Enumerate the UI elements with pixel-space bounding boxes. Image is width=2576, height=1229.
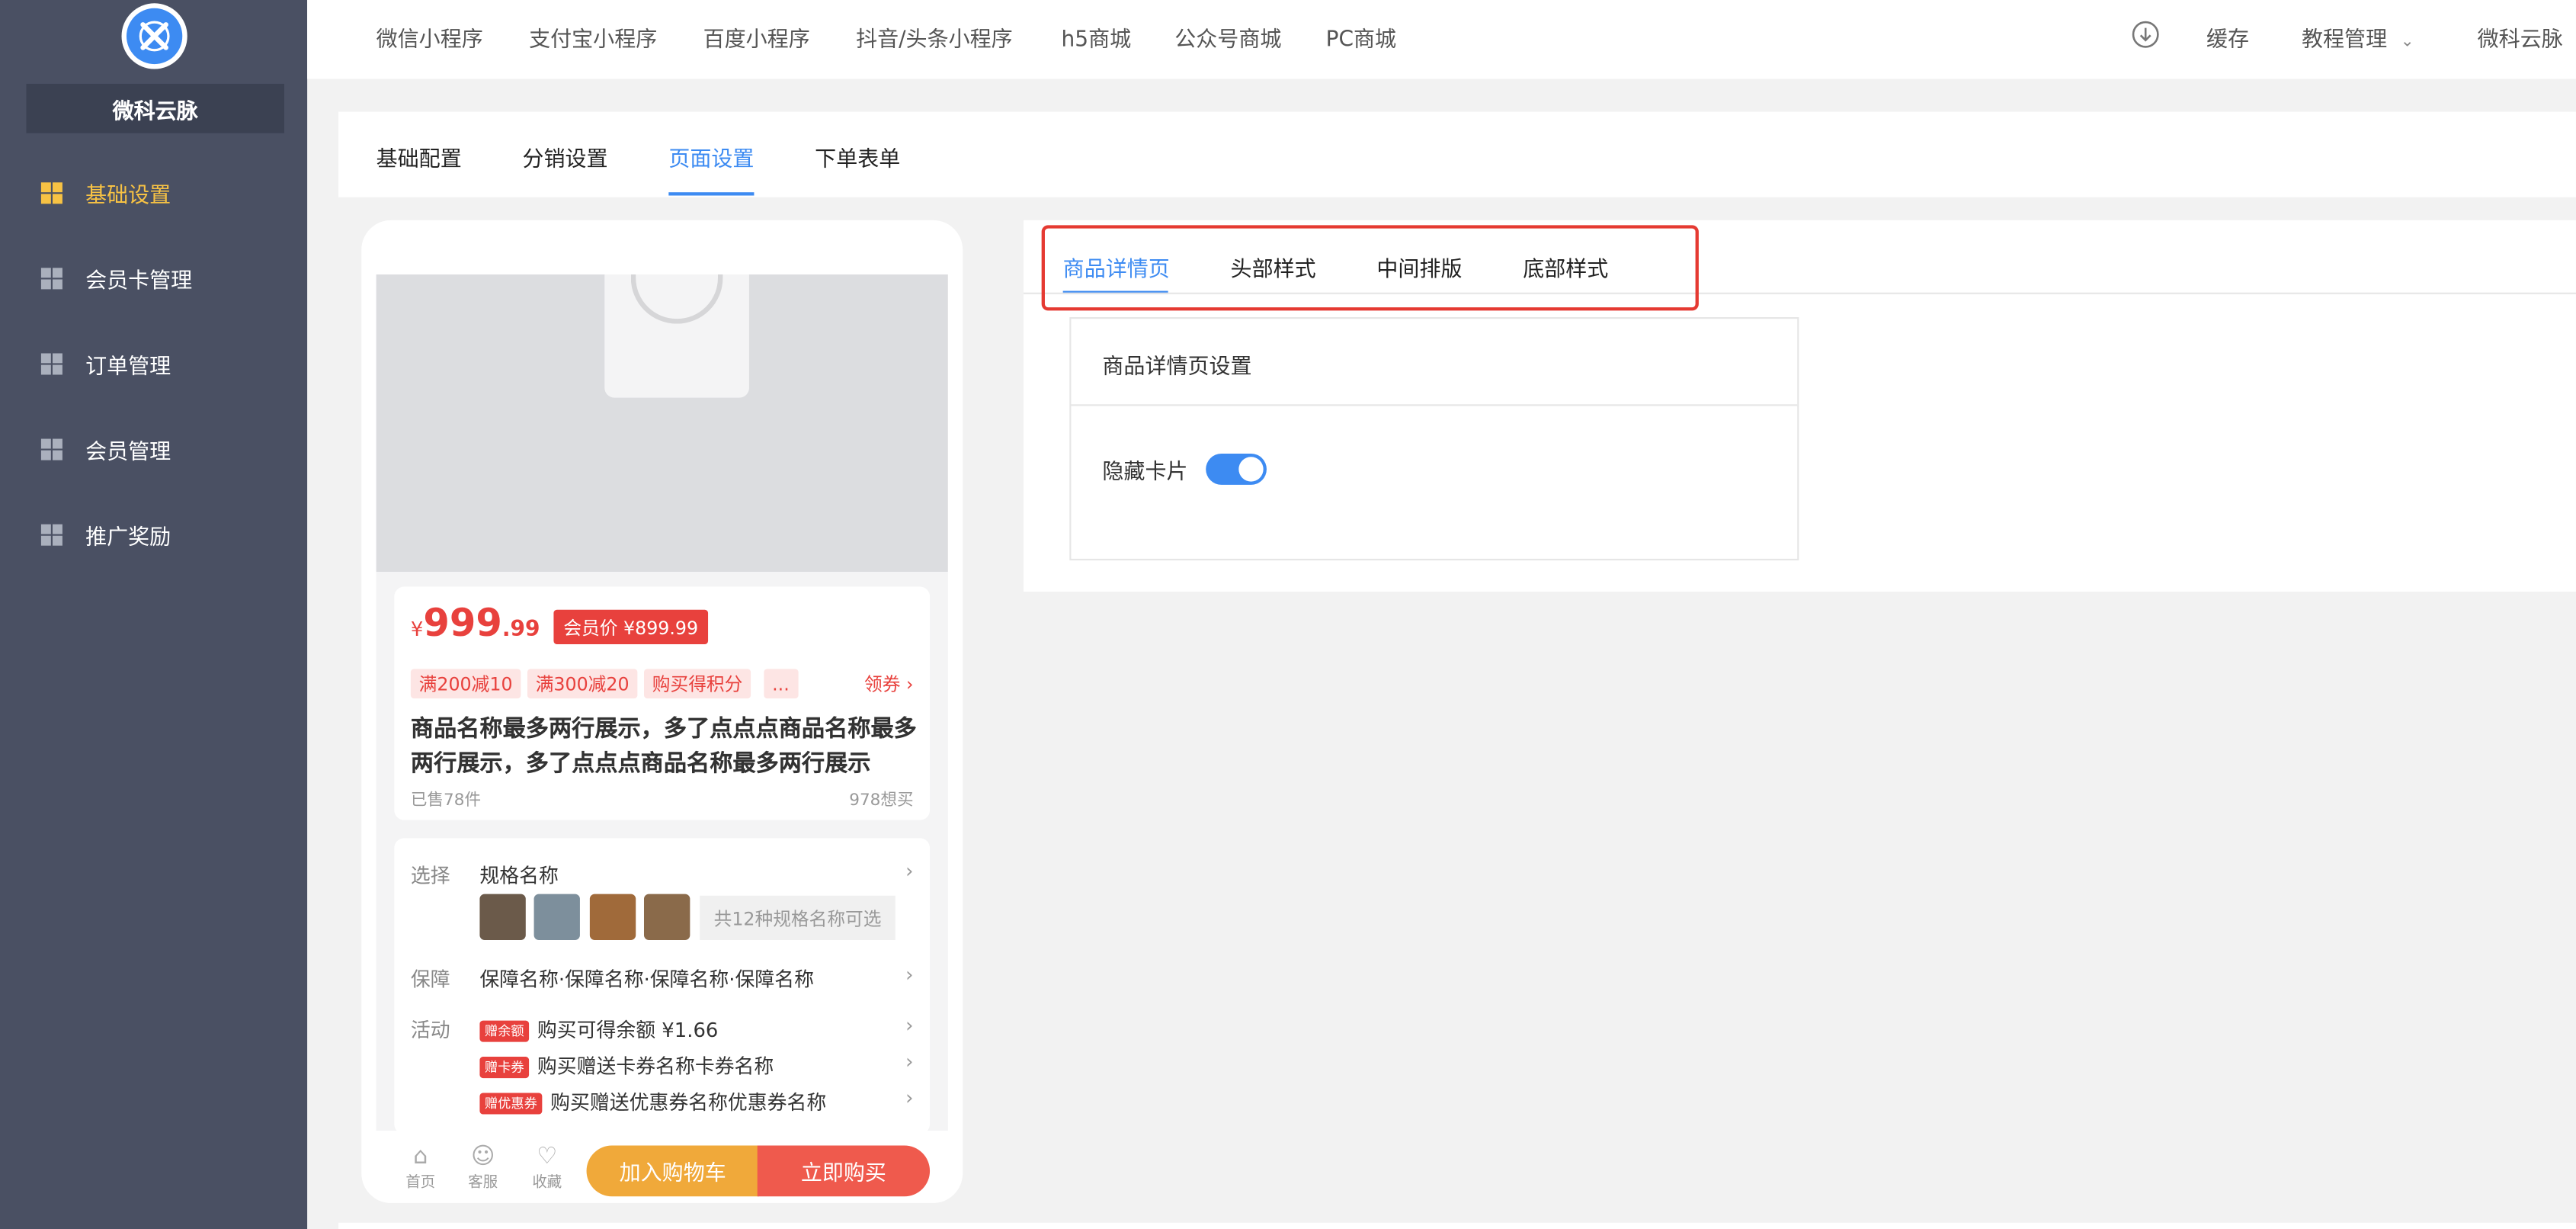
sidebar: 微科云脉 基础设置 会员卡管理 订单管理 会员管理 推广奖励 — [0, 0, 308, 1229]
tutorial-menu-label: 教程管理 — [2301, 27, 2388, 53]
user-name[interactable]: 微科云脉 — [2478, 21, 2563, 53]
price-card: ¥ 999 .99 会员价 ¥899.99 满200减10 满300减20 购买… — [394, 586, 931, 820]
tutorial-menu[interactable]: 教程管理 ⌄ — [2302, 21, 2414, 53]
tab-basic-config[interactable]: 基础配置 — [376, 141, 462, 172]
sidebar-item-promotion[interactable]: 推广奖励 — [0, 505, 307, 564]
sidebar-item-basic-settings[interactable]: 基础设置 — [0, 162, 307, 222]
sidebar-item-label: 会员管理 — [85, 439, 171, 464]
spec-count: 共12种规格名称可选 — [700, 895, 896, 941]
add-to-cart-button[interactable]: 加入购物车 — [586, 1145, 759, 1197]
hide-card-toggle[interactable] — [1206, 453, 1267, 485]
nav-pc-mall[interactable]: PC商城 — [1326, 21, 1397, 53]
shopping-bag-icon — [604, 274, 749, 398]
hide-card-label: 隐藏卡片 — [1102, 460, 1188, 485]
spec-thumbnail — [479, 894, 526, 941]
nav-douyin-miniprogram[interactable]: 抖音/头条小程序 — [856, 21, 1013, 53]
tab-page-settings[interactable]: 页面设置 — [668, 141, 754, 172]
spec-card: 选择 规格名称 › 共12种规格名称可选 保障 保障名称·保障名称·保障名称·保… — [394, 838, 931, 1134]
chevron-right-icon[interactable]: › — [905, 1086, 913, 1109]
member-price-badge: 会员价 ¥899.99 — [553, 609, 709, 644]
spec-thumbnail — [589, 894, 636, 941]
grid-icon — [40, 267, 62, 289]
sold-count: 已售78件 — [410, 791, 482, 810]
sidebar-item-label: 推广奖励 — [85, 525, 171, 550]
coupon-tag: 购买得积分 — [643, 669, 751, 699]
download-icon[interactable] — [2131, 20, 2161, 56]
guarantee-label: 保障 — [410, 967, 450, 991]
home-icon[interactable]: ⌂ 首页 — [396, 1144, 445, 1191]
nav-alipay-miniprogram[interactable]: 支付宝小程序 — [529, 21, 657, 53]
chevron-right-icon[interactable]: › — [905, 1014, 913, 1037]
sidebar-item-member-card[interactable]: 会员卡管理 — [0, 248, 307, 307]
bottom-strip — [338, 1222, 2576, 1229]
tab-order-form[interactable]: 下单表单 — [815, 141, 900, 172]
spec-label: 选择 — [410, 864, 450, 888]
active-tab-indicator — [668, 192, 755, 196]
settings-title: 商品详情页设置 — [1102, 355, 1252, 380]
coupon-tag: 满300减20 — [527, 669, 638, 699]
chevron-right-icon[interactable]: › — [905, 1050, 913, 1073]
nav-baidu-miniprogram[interactable]: 百度小程序 — [703, 21, 810, 53]
phone-preview: ¥ 999 .99 会员价 ¥899.99 满200减10 满300减20 购买… — [361, 220, 963, 1203]
coupon-tag: ... — [764, 669, 798, 699]
sidebar-item-orders[interactable]: 订单管理 — [0, 334, 307, 393]
buy-now-button[interactable]: 立即购买 — [757, 1145, 931, 1197]
spec-thumbnail — [643, 894, 690, 941]
spec-name: 规格名称 — [479, 864, 559, 888]
price: ¥ 999 .99 — [410, 603, 540, 647]
product-detail-settings: 商品详情页设置 隐藏卡片 — [1069, 317, 1799, 561]
product-name: 商品名称最多两行展示，多了点点点商品名称最多两行展示，多了点点点商品名称最多两行… — [410, 716, 917, 778]
grid-icon — [40, 523, 62, 545]
activity-item: 赠余额 购买可得余额 ¥1.66 — [479, 1016, 718, 1044]
brand-name: 微科云脉 — [26, 83, 284, 133]
settings-tabs: 基础配置 分销设置 页面设置 下单表单 — [338, 111, 2576, 197]
chevron-right-icon: › — [906, 673, 914, 695]
nav-wechat-miniprogram[interactable]: 微信小程序 — [376, 21, 483, 53]
chevron-right-icon[interactable]: › — [905, 963, 913, 986]
activity-item: 赠卡券 购买赠送卡券名称卡券名称 — [479, 1052, 774, 1080]
wants-count: 978想买 — [849, 791, 914, 810]
coupon-tag: 满200减10 — [410, 669, 521, 699]
phone-bottom-bar: ⌂ 首页 ☺ 客服 ♡ 收藏 加入购物车 立即购买 — [376, 1132, 948, 1203]
activity-item: 赠优惠券 购买赠送优惠券名称优惠券名称 — [479, 1088, 826, 1116]
chevron-right-icon[interactable]: › — [905, 859, 913, 882]
service-icon[interactable]: ☺ 客服 — [458, 1144, 508, 1191]
cache-button[interactable]: 缓存 — [2206, 21, 2249, 53]
get-coupon-link[interactable]: 领券 › — [864, 670, 913, 696]
grid-icon — [40, 181, 62, 204]
product-image-placeholder — [376, 274, 948, 573]
highlight-box — [1041, 225, 1699, 311]
activity-label: 活动 — [410, 1019, 450, 1042]
logo-icon — [139, 21, 170, 52]
sidebar-item-label: 会员卡管理 — [85, 268, 193, 294]
guarantee-text: 保障名称·保障名称·保障名称·保障名称 — [479, 967, 814, 991]
logo — [121, 3, 187, 69]
sidebar-item-label: 订单管理 — [85, 354, 171, 379]
sidebar-item-label: 基础设置 — [85, 183, 171, 208]
grid-icon — [40, 352, 62, 374]
top-bar: 微信小程序 支付宝小程序 百度小程序 抖音/头条小程序 h5商城 公众号商城 P… — [307, 0, 2576, 79]
nav-h5-mall[interactable]: h5商城 — [1062, 21, 1132, 53]
favorite-icon[interactable]: ♡ 收藏 — [522, 1144, 572, 1191]
chevron-down-icon: ⌄ — [2400, 33, 2414, 51]
sidebar-item-members[interactable]: 会员管理 — [0, 419, 307, 479]
page-settings-panel: 商品详情页 头部样式 中间排版 底部样式 商品详情页设置 隐藏卡片 — [1023, 220, 2576, 592]
nav-official-account-mall[interactable]: 公众号商城 — [1174, 21, 1281, 53]
spec-thumbnail — [533, 894, 580, 941]
tab-distribution[interactable]: 分销设置 — [522, 141, 607, 172]
grid-icon — [40, 438, 62, 460]
